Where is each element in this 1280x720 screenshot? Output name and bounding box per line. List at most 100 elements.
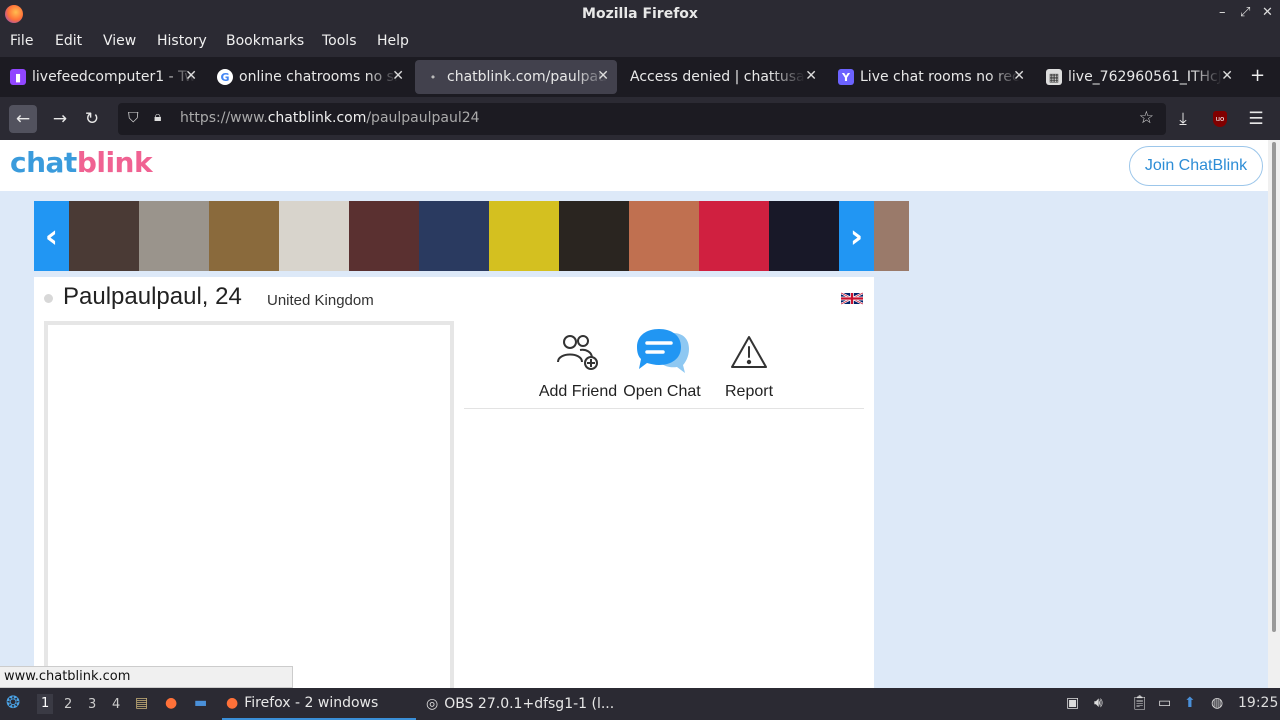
uk-flag-icon <box>841 292 863 305</box>
shield-icon[interactable]: ⛉ <box>128 110 139 126</box>
chatblink-logo[interactable]: chatblink <box>10 146 153 179</box>
scrollbar-thumb[interactable] <box>1272 142 1276 632</box>
menu-button[interactable]: ☰ <box>1242 105 1270 133</box>
tab-chatblink[interactable]: • chatblink.com/paulpau ✕ <box>415 60 617 94</box>
yahoo-icon: Y <box>838 69 854 85</box>
window-titlebar: Mozilla Firefox – ⤢ ✕ <box>0 0 1280 30</box>
chevron-right-icon: › <box>849 217 864 255</box>
tab-close-icon[interactable]: ✕ <box>805 68 817 84</box>
network-icon[interactable]: ◍ <box>1211 695 1223 711</box>
menu-file[interactable]: File <box>10 33 33 49</box>
carousel-user-thumbnail[interactable] <box>419 201 489 271</box>
carousel-user-thumbnail[interactable] <box>629 201 699 271</box>
downloads-button[interactable]: ⤓ <box>1169 105 1197 133</box>
carousel-user-thumbnail[interactable] <box>699 201 769 271</box>
menu-history[interactable]: History <box>157 33 207 49</box>
workspace-3[interactable]: 3 <box>88 697 96 712</box>
page-scrollbar[interactable] <box>1268 140 1280 688</box>
carousel-user-thumbnail[interactable] <box>69 201 139 271</box>
address-bar[interactable]: ⛉ 🔒︎ https://www.chatblink.com/paulpaulp… <box>118 103 1166 135</box>
tab-close-icon[interactable]: ✕ <box>185 68 197 84</box>
carousel-next-button[interactable]: › <box>839 201 874 271</box>
page-content: chatblink Join ChatBlink ‹ › Paulpaulpau… <box>0 140 1268 688</box>
menu-bar: File Edit View History Bookmarks Tools H… <box>0 30 1280 54</box>
carousel-user-thumbnail[interactable] <box>209 201 279 271</box>
close-window-button[interactable]: ✕ <box>1262 5 1273 20</box>
user-carousel: ‹ › <box>34 201 909 271</box>
warning-icon <box>714 327 784 377</box>
menu-tools[interactable]: Tools <box>322 33 357 49</box>
window-title: Mozilla Firefox <box>582 6 698 22</box>
join-chatblink-button[interactable]: Join ChatBlink <box>1129 146 1263 186</box>
reload-icon: ↻ <box>84 109 100 129</box>
clipboard-icon[interactable]: 📋︎ <box>1131 695 1149 711</box>
tab-live-chat-rooms[interactable]: Y Live chat rooms no rec ✕ <box>828 60 1033 94</box>
lock-icon[interactable]: 🔒︎ <box>154 109 161 125</box>
display-icon[interactable]: ▭ <box>1158 695 1171 711</box>
carousel-prev-button[interactable]: ‹ <box>34 201 69 271</box>
tab-close-icon[interactable]: ✕ <box>597 68 609 84</box>
report-button[interactable]: Report <box>714 327 784 401</box>
profile-photo <box>44 321 454 688</box>
tab-google[interactable]: G online chatrooms no si ✕ <box>207 60 412 94</box>
start-menu-icon[interactable]: ❂ <box>6 693 20 713</box>
google-icon: G <box>217 69 233 85</box>
profile-card: Paulpaulpaul, 24 United Kingdom Add Frie… <box>34 277 874 688</box>
file-manager-icon[interactable]: ▤ <box>135 695 148 711</box>
menu-bookmarks[interactable]: Bookmarks <box>226 33 304 49</box>
ublock-button[interactable]: uo <box>1206 105 1234 133</box>
firefox-launcher-icon[interactable]: ● <box>165 695 177 711</box>
minimize-button[interactable]: – <box>1219 5 1226 20</box>
profile-name: Paulpaulpaul, 24 <box>63 283 242 310</box>
obs-icon: ◎ <box>426 696 439 712</box>
workspace-2[interactable]: 2 <box>64 697 72 712</box>
profile-country: United Kingdom <box>267 292 374 309</box>
arrow-left-icon: ← <box>15 109 31 129</box>
add-friend-icon <box>536 327 620 377</box>
open-chat-button[interactable]: Open Chat <box>620 327 704 401</box>
bookmark-star-icon[interactable]: ☆ <box>1139 108 1154 128</box>
menu-edit[interactable]: Edit <box>55 33 82 49</box>
carousel-user-thumbnail[interactable] <box>139 201 209 271</box>
tab-chattusa[interactable]: Access denied | chattusa ✕ <box>620 60 825 94</box>
open-chat-label: Open Chat <box>623 383 701 400</box>
add-friend-label: Add Friend <box>538 383 618 400</box>
forward-button[interactable]: → <box>46 105 74 133</box>
carousel-user-thumbnail[interactable] <box>349 201 419 271</box>
carousel-thumbnails <box>69 201 909 271</box>
tray-disk-icon[interactable]: ▣ <box>1066 695 1079 711</box>
url-text[interactable]: https://www.chatblink.com/paulpaulpaul24 <box>180 110 480 126</box>
tab-close-icon[interactable]: ✕ <box>1013 68 1025 84</box>
reload-button[interactable]: ↻ <box>78 105 106 133</box>
twitch-icon: ▮ <box>10 69 26 85</box>
dot-icon: • <box>429 70 437 84</box>
workspace-4[interactable]: 4 <box>112 697 120 712</box>
carousel-user-thumbnail[interactable] <box>559 201 629 271</box>
menu-help[interactable]: Help <box>377 33 409 49</box>
chevron-left-icon: ‹ <box>44 217 59 255</box>
new-tab-button[interactable]: + <box>1250 65 1265 86</box>
taskbar-firefox-window[interactable]: ● Firefox - 2 windows <box>222 688 416 720</box>
tab-close-icon[interactable]: ✕ <box>392 68 404 84</box>
updates-icon[interactable]: ⬆ <box>1184 695 1196 711</box>
arrow-right-icon: → <box>52 109 68 129</box>
carousel-user-thumbnail[interactable] <box>489 201 559 271</box>
add-friend-button[interactable]: Add Friend <box>536 327 620 401</box>
chat-bubbles-icon <box>620 327 704 377</box>
menu-view[interactable]: View <box>103 33 136 49</box>
tab-close-icon[interactable]: ✕ <box>1221 68 1233 84</box>
terminal-icon[interactable]: ▬ <box>194 695 207 711</box>
taskbar-obs-window[interactable]: ◎ OBS 27.0.1+dfsg1-1 (l... <box>422 688 632 720</box>
carousel-user-thumbnail[interactable] <box>769 201 839 271</box>
volume-icon[interactable]: 🔊︎ <box>1094 695 1103 711</box>
maximize-button[interactable]: ⤢ <box>1240 5 1250 20</box>
carousel-user-thumbnail[interactable] <box>279 201 349 271</box>
page-icon: ▦ <box>1046 69 1062 85</box>
desktop-taskbar: ❂ 1 2 3 4 ▤ ● ▬ ● Firefox - 2 windows ◎ … <box>0 688 1280 720</box>
link-status-tooltip: www.chatblink.com <box>0 666 293 688</box>
tab-live-image[interactable]: ▦ live_762960561_ITHcJ ✕ <box>1036 60 1241 94</box>
actions-divider <box>464 408 864 409</box>
tab-twitch[interactable]: ▮ livefeedcomputer1 - Tw ✕ <box>0 60 205 94</box>
back-button[interactable]: ← <box>9 105 37 133</box>
workspace-1[interactable]: 1 <box>37 694 54 714</box>
